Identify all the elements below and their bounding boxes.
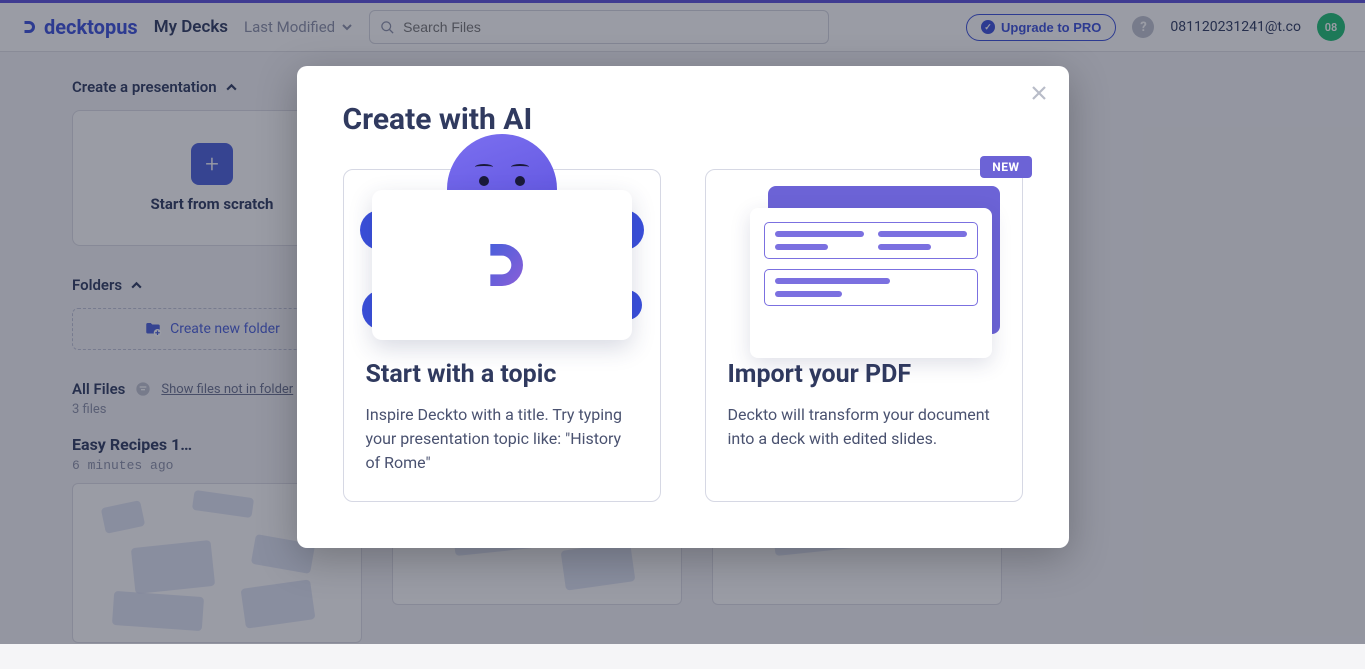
modal-overlay[interactable]: Create with AI (0, 0, 1365, 644)
option-title: Import your PDF (728, 360, 1000, 389)
create-ai-modal: Create with AI (297, 66, 1069, 548)
pdf-illustration (728, 170, 1000, 360)
topic-illustration (366, 170, 638, 360)
deck-mark-icon (474, 237, 530, 293)
options-row: Start with a topic Inspire Deckto with a… (343, 169, 1023, 502)
option-title: Start with a topic (366, 360, 638, 389)
import-pdf-card[interactable]: NEW (705, 169, 1023, 502)
start-with-topic-card[interactable]: Start with a topic Inspire Deckto with a… (343, 169, 661, 502)
option-desc: Inspire Deckto with a title. Try typing … (366, 403, 638, 475)
modal-title: Create with AI (343, 102, 1023, 137)
close-button[interactable] (1031, 84, 1047, 107)
close-icon (1031, 85, 1047, 101)
option-desc: Deckto will transform your document into… (728, 403, 1000, 451)
